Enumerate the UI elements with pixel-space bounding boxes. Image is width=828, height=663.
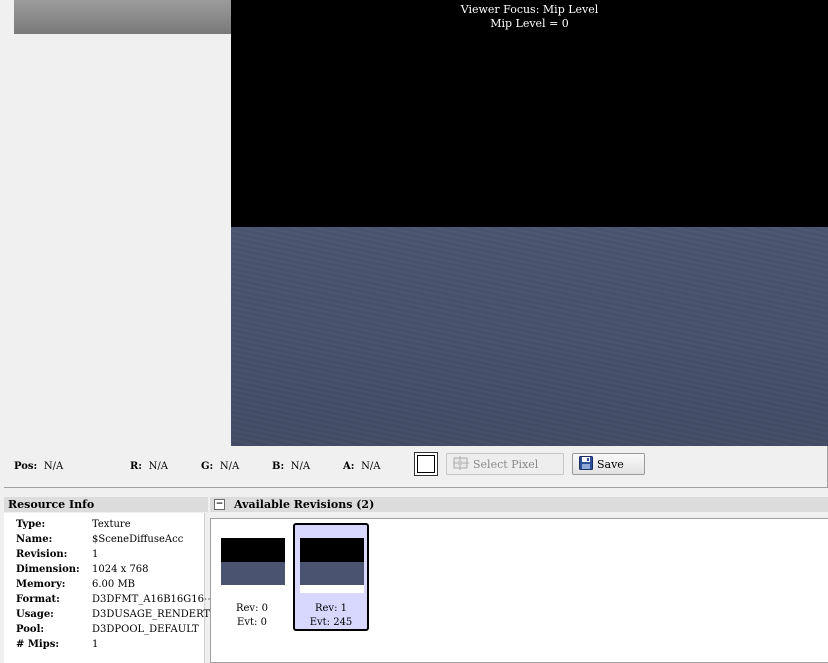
revision-card-1[interactable]: Rev: 1 Evt: 245 — [293, 523, 369, 631]
save-button[interactable]: Save — [572, 453, 645, 475]
info-key: Name: — [16, 534, 53, 545]
revisions-title: Available Revisions (2) — [234, 498, 375, 511]
b-value: N/A — [290, 461, 311, 472]
select-pixel-label: Select Pixel — [473, 457, 539, 471]
collapse-toggle-icon[interactable]: − — [214, 499, 225, 510]
pos-label: Pos: — [14, 461, 38, 472]
a-readout: A: N/A — [343, 459, 380, 472]
pos-readout: Pos: N/A — [14, 459, 63, 472]
a-value: N/A — [361, 461, 381, 472]
viewer-left-strip-header — [14, 0, 231, 34]
r-value: N/A — [148, 461, 168, 472]
info-key: Memory: — [16, 579, 66, 590]
info-value: 1024 x 768 — [92, 564, 149, 575]
select-pixel-icon — [453, 455, 469, 473]
info-key: # Mips: — [16, 639, 60, 650]
resource-info-header: Resource Info — [4, 497, 208, 512]
r-label: R: — [130, 461, 143, 472]
r-readout: R: N/A — [130, 459, 168, 472]
info-value: D3DUSAGE_RENDERT⋯ — [92, 609, 221, 620]
a-label: A: — [343, 461, 355, 472]
info-value: 1 — [92, 549, 99, 560]
revisions-header: − Available Revisions (2) — [210, 497, 828, 512]
g-label: G: — [201, 461, 214, 472]
info-key: Dimension: — [16, 564, 80, 575]
viewer-left-strip — [14, 34, 231, 446]
info-key: Type: — [16, 519, 46, 530]
save-label: Save — [597, 457, 624, 471]
select-pixel-button[interactable]: Select Pixel — [446, 453, 564, 475]
info-value: D3DFMT_A16B16G16⋯ — [92, 594, 214, 605]
pos-value: N/A — [43, 461, 64, 472]
texture-canvas[interactable]: Viewer Focus: Mip Level Mip Level = 0 — [231, 0, 828, 446]
info-key: Pool: — [16, 624, 45, 635]
g-value: N/A — [219, 461, 240, 472]
b-readout: B: N/A — [272, 459, 310, 472]
revision-thumbnail — [221, 538, 285, 585]
revision-evt: Evt: 0 — [237, 617, 267, 628]
mip-level-text: Mip Level = 0 — [490, 17, 569, 30]
revisions-list: Rev: 0 Evt: 0 Rev: 1 Evt: 245 — [210, 518, 828, 663]
revision-thumbnail — [300, 538, 364, 593]
save-icon — [579, 455, 593, 473]
revision-evt: Evt: 245 — [309, 617, 353, 628]
info-value: 6.00 MB — [92, 579, 136, 590]
info-key: Format: — [16, 594, 60, 605]
info-key: Revision: — [16, 549, 68, 560]
revision-rev: Rev: 1 — [314, 603, 347, 614]
info-key: Usage: — [16, 609, 54, 620]
revision-rev: Rev: 0 — [235, 603, 268, 614]
resource-info-panel: Type: Texture Name: $SceneDiffuseAcc Rev… — [4, 513, 220, 663]
info-value: Texture — [92, 519, 131, 530]
texture-image — [231, 227, 828, 446]
pixel-color-swatch — [414, 452, 438, 476]
revision-card-0[interactable]: Rev: 0 Evt: 0 — [214, 524, 290, 632]
info-value: D3DPOOL_DEFAULT — [92, 624, 199, 635]
viewer-focus-text: Viewer Focus: Mip Level — [460, 3, 599, 16]
g-readout: G: N/A — [201, 459, 239, 472]
info-value: $SceneDiffuseAcc — [92, 534, 184, 545]
info-value: 1 — [92, 639, 99, 650]
b-label: B: — [272, 461, 285, 472]
